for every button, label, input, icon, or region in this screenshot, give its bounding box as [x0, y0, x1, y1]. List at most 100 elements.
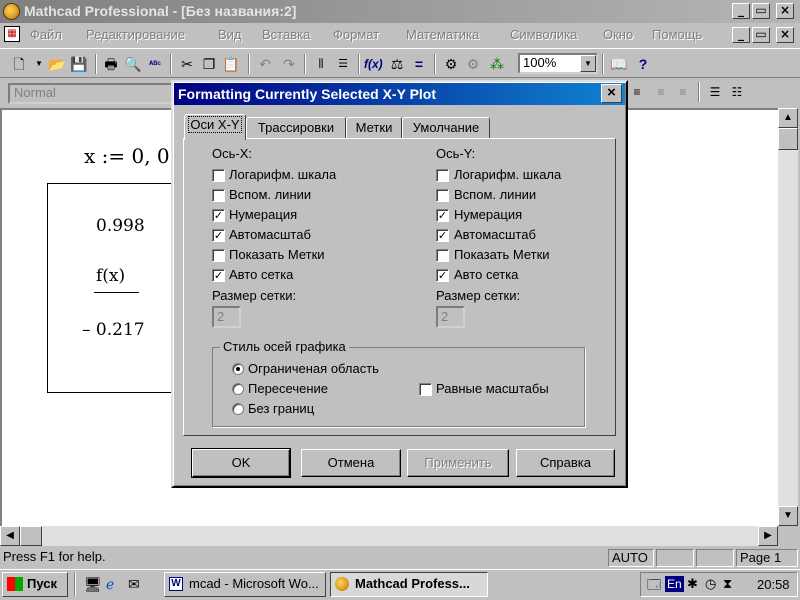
ok-button[interactable]: OK: [191, 448, 291, 478]
bullet-list-icon[interactable]: ☰: [706, 83, 724, 101]
y-grid-lines-checkbox[interactable]: [436, 189, 449, 202]
scroll-up-icon[interactable]: ▲: [778, 108, 798, 128]
apply-button[interactable]: Применить: [407, 449, 509, 477]
x-show-markers-checkbox[interactable]: [212, 249, 225, 262]
print-preview-icon[interactable]: 🔍: [124, 55, 142, 73]
maximize-button[interactable]: ▭: [752, 3, 770, 19]
x-grid-lines-label[interactable]: Вспом. линии: [229, 187, 311, 202]
plot-y-min-label[interactable]: – 0.217: [82, 320, 145, 340]
menu-view[interactable]: Вид: [218, 27, 242, 42]
spell-check-icon[interactable]: ᴬᴮᶜ: [146, 55, 164, 73]
insert-unit-icon[interactable]: ⚖: [388, 55, 406, 73]
y-auto-grid-label[interactable]: Авто сетка: [454, 267, 518, 282]
y-autoscale-checkbox[interactable]: ✓: [436, 229, 449, 242]
start-button[interactable]: Пуск: [2, 572, 68, 597]
cancel-button[interactable]: Отмена: [301, 449, 401, 477]
equal-scales-checkbox[interactable]: [419, 383, 432, 396]
menu-edit[interactable]: Редактирование: [86, 27, 185, 42]
align-down-icon[interactable]: ☰: [334, 55, 352, 73]
insert-component-icon[interactable]: ⚙: [442, 55, 460, 73]
outlook-express-icon[interactable]: ✉: [128, 576, 140, 593]
scroll-left-icon[interactable]: ◀: [0, 526, 20, 546]
mathcad-app-icon[interactable]: [3, 3, 20, 20]
range-expression[interactable]: x := 0, 0.: [84, 144, 176, 168]
horizontal-scrollbar[interactable]: ◀ ▶: [0, 526, 778, 546]
task-mathcad[interactable]: Mathcad Profess...: [330, 572, 488, 597]
dialog-title-bar[interactable]: Formatting Currently Selected X-Y Plot: [174, 83, 625, 105]
menu-file[interactable]: Файл: [30, 27, 62, 42]
scroll-right-icon[interactable]: ▶: [758, 526, 778, 546]
redo-icon[interactable]: ↷: [280, 55, 298, 73]
crossed-label[interactable]: Пересечение: [248, 381, 328, 396]
align-center-icon[interactable]: ≡: [652, 83, 670, 101]
close-button[interactable]: ×: [776, 3, 794, 19]
none-label[interactable]: Без границ: [248, 401, 314, 416]
align-left-icon[interactable]: ≡: [628, 83, 646, 101]
y-grid-size-input[interactable]: 2: [436, 306, 465, 328]
save-icon[interactable]: 💾: [70, 55, 88, 73]
x-numbered-label[interactable]: Нумерация: [229, 207, 297, 222]
menu-help[interactable]: Помощь: [652, 27, 702, 42]
doc-maximize-button[interactable]: ▭: [752, 27, 770, 43]
x-numbered-checkbox[interactable]: ✓: [212, 209, 225, 222]
boxed-radio[interactable]: [232, 363, 244, 375]
dialog-close-icon[interactable]: ×: [601, 84, 622, 103]
internet-explorer-icon[interactable]: ℯ: [106, 576, 114, 593]
x-grid-size-input[interactable]: 2: [212, 306, 241, 328]
language-indicator[interactable]: En: [665, 576, 684, 592]
open-folder-icon[interactable]: 📂: [48, 55, 66, 73]
app-title-bar[interactable]: Mathcad Professional - [Без названия:2]: [0, 0, 800, 23]
menu-format[interactable]: Формат: [333, 27, 379, 42]
vertical-scrollbar[interactable]: ▲ ▼: [778, 108, 798, 526]
run-script-icon[interactable]: ⚙: [464, 55, 482, 73]
x-log-scale-label[interactable]: Логарифм. шкала: [229, 167, 336, 182]
menu-window[interactable]: Окно: [603, 27, 633, 42]
zoom-dropdown-icon[interactable]: ▼: [580, 55, 596, 72]
style-select[interactable]: Normal: [8, 83, 173, 104]
minimize-button[interactable]: _: [732, 3, 750, 19]
plot-y-axis-label[interactable]: f(x): [96, 266, 125, 286]
paste-icon[interactable]: 📋: [222, 55, 240, 73]
x-grid-lines-checkbox[interactable]: [212, 189, 225, 202]
doc-minimize-button[interactable]: _: [732, 27, 750, 43]
numbered-list-icon[interactable]: ☷: [728, 83, 746, 101]
y-numbered-label[interactable]: Нумерация: [454, 207, 522, 222]
tray-clock-icon[interactable]: ◷: [705, 576, 716, 592]
crossed-radio[interactable]: [232, 383, 244, 395]
align-right-icon[interactable]: ≡: [674, 83, 692, 101]
x-autoscale-label[interactable]: Автомасштаб: [229, 227, 311, 242]
insert-function-icon[interactable]: f(x): [364, 55, 383, 73]
show-desktop-icon[interactable]: 🖥: [84, 576, 102, 593]
x-show-markers-label[interactable]: Показать Метки: [229, 247, 325, 262]
y-log-scale-checkbox[interactable]: [436, 169, 449, 182]
align-across-icon[interactable]: ⫼: [312, 55, 330, 73]
new-document-icon[interactable]: 🗋: [10, 55, 28, 73]
tab-labels[interactable]: Метки: [346, 117, 402, 139]
y-autoscale-label[interactable]: Автомасштаб: [454, 227, 536, 242]
tab-axes[interactable]: Оси X-Y: [184, 114, 246, 140]
boxed-label[interactable]: Ограниченая область: [248, 361, 379, 376]
tray-bug-icon[interactable]: ✱: [687, 576, 698, 592]
vertical-scroll-thumb[interactable]: [778, 128, 798, 150]
tray-scheduler-icon[interactable]: ⧗: [723, 576, 732, 592]
document-icon[interactable]: ▦: [4, 26, 20, 42]
y-log-scale-label[interactable]: Логарифм. шкала: [454, 167, 561, 182]
tray-app-icon[interactable]: 🗔: [647, 576, 661, 598]
undo-icon[interactable]: ↶: [256, 55, 274, 73]
x-auto-grid-label[interactable]: Авто сетка: [229, 267, 293, 282]
scroll-down-icon[interactable]: ▼: [778, 506, 798, 526]
print-icon[interactable]: 🖶: [102, 55, 120, 73]
copy-icon[interactable]: ❐: [200, 55, 218, 73]
task-word[interactable]: Wmcad - Microsoft Wo...: [164, 572, 326, 597]
y-auto-grid-checkbox[interactable]: ✓: [436, 269, 449, 282]
none-radio[interactable]: [232, 403, 244, 415]
y-numbered-checkbox[interactable]: ✓: [436, 209, 449, 222]
resource-center-icon[interactable]: 📖: [610, 55, 628, 73]
menu-symbolics[interactable]: Символика: [510, 27, 577, 42]
help-button[interactable]: Справка: [516, 449, 615, 477]
y-grid-lines-label[interactable]: Вспом. линии: [454, 187, 536, 202]
x-autoscale-checkbox[interactable]: ✓: [212, 229, 225, 242]
doc-close-button[interactable]: ×: [776, 27, 794, 43]
y-show-markers-checkbox[interactable]: [436, 249, 449, 262]
new-dropdown-icon[interactable]: ▼: [30, 55, 48, 73]
